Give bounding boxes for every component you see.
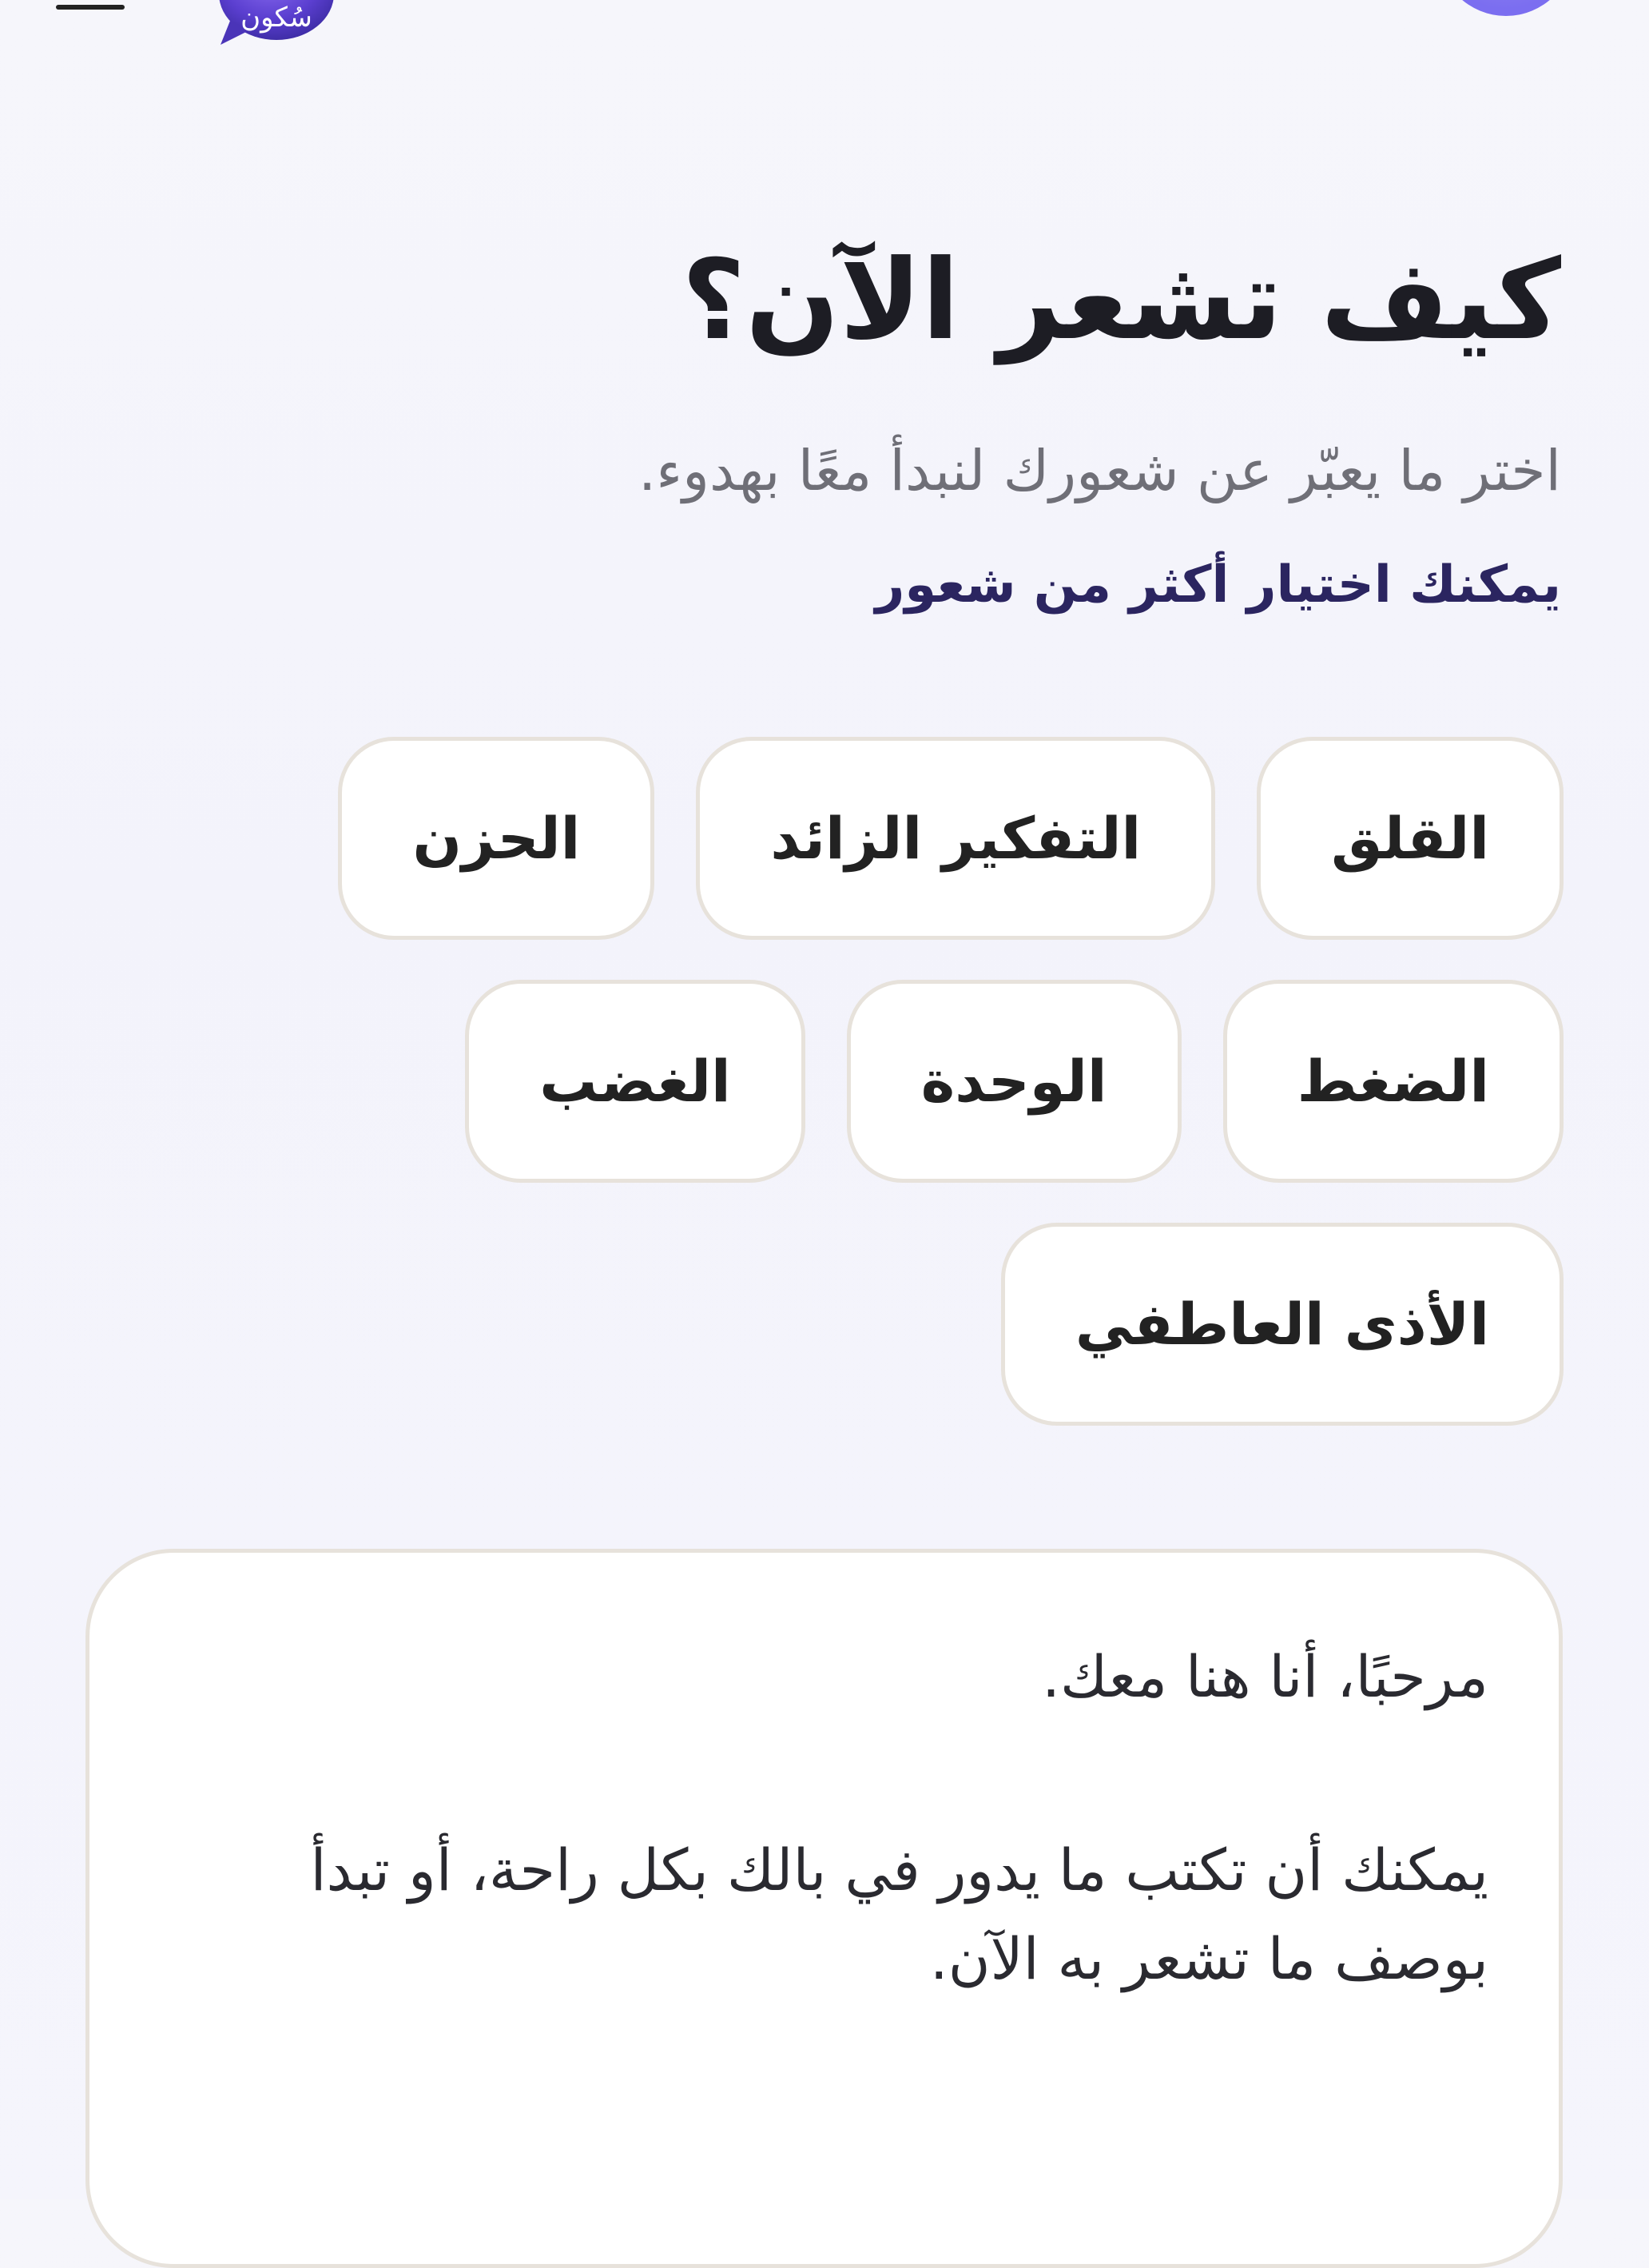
feelings-chip-group: القلق التفكير الزائد الحزن الضغط الوحدة … <box>325 737 1564 1426</box>
feeling-chip-stress[interactable]: الضغط <box>1222 980 1564 1183</box>
feeling-chip-anger[interactable]: الغضب <box>465 980 805 1183</box>
feeling-chip-sadness[interactable]: الحزن <box>338 737 655 940</box>
message-card: مرحبًا، أنا هنا معك. يمكنك أن تكتب ما يد… <box>85 1549 1563 2268</box>
page-title: كيف تشعر الآن؟ <box>681 236 1561 364</box>
top-action-button[interactable] <box>1438 0 1574 16</box>
feeling-chip-emotional-hurt[interactable]: الأذى العاطفي <box>1000 1223 1564 1426</box>
feeling-chip-loneliness[interactable]: الوحدة <box>846 980 1182 1183</box>
app-logo: سُكون <box>219 0 334 45</box>
page-subtitle: اختر ما يعبّر عن شعورك لنبدأ معًا بهدوء. <box>638 438 1561 503</box>
feeling-chip-anxiety[interactable]: القلق <box>1257 737 1564 940</box>
message-greeting: مرحبًا، أنا هنا معك. <box>1042 1643 1488 1710</box>
hamburger-icon <box>56 5 125 10</box>
feeling-chip-overthinking[interactable]: التفكير الزائد <box>696 737 1216 940</box>
message-body: يمكنك أن تكتب ما يدور في بالك بكل راحة، … <box>310 1836 1489 1993</box>
logo-text: سُكون <box>240 2 312 34</box>
multi-select-hint: يمكنك اختيار أكثر من شعور <box>875 555 1561 615</box>
menu-button[interactable] <box>56 0 125 14</box>
